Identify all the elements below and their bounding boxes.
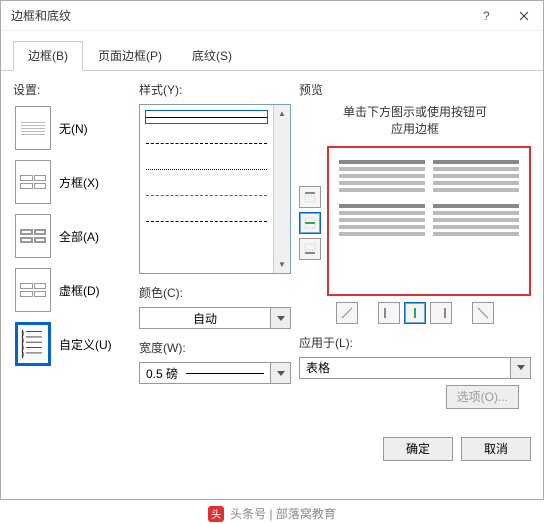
apply-value: 表格 <box>299 357 511 379</box>
settings-column: 设置: 无(N) 方框(X) <box>13 81 131 415</box>
setting-custom-icon <box>15 322 51 366</box>
tab-borders[interactable]: 边框(B) <box>13 41 83 71</box>
border-bottom-button[interactable] <box>299 238 321 260</box>
title-bar: 边框和底纹 ? <box>1 1 543 31</box>
setting-none-icon <box>15 106 51 150</box>
border-diag2-button[interactable] <box>472 302 494 324</box>
options-button: 选项(O)... <box>446 385 519 409</box>
style-solid[interactable] <box>146 111 267 123</box>
style-listbox[interactable]: ▲ ▼ <box>139 104 291 274</box>
tab-page-border[interactable]: 页面边框(P) <box>83 41 177 70</box>
setting-custom[interactable]: 自定义(U) <box>13 320 131 368</box>
style-scrollbar[interactable]: ▲ ▼ <box>273 105 290 273</box>
border-top-button[interactable] <box>299 186 321 208</box>
style-dashspace[interactable] <box>146 215 267 227</box>
tab-bar: 边框(B) 页面边框(P) 底纹(S) <box>1 31 543 71</box>
width-combo[interactable]: 0.5 磅 <box>139 362 291 384</box>
close-button[interactable] <box>505 1 543 31</box>
setting-grid[interactable]: 虚框(D) <box>13 266 131 314</box>
width-value: 0.5 磅 <box>139 362 271 384</box>
preview-diagram[interactable] <box>327 146 531 296</box>
borders-shading-dialog: 边框和底纹 ? 边框(B) 页面边框(P) 底纹(S) 设置: 无(N) <box>0 0 544 500</box>
tab-shading[interactable]: 底纹(S) <box>177 41 247 70</box>
watermark-logo-icon: 头 <box>208 506 224 522</box>
style-dotted[interactable] <box>146 163 267 175</box>
setting-none[interactable]: 无(N) <box>13 104 131 152</box>
dialog-content: 设置: 无(N) 方框(X) <box>1 71 543 425</box>
border-vmiddle-button[interactable] <box>404 302 426 324</box>
setting-all[interactable]: 全部(A) <box>13 212 131 260</box>
cancel-button[interactable]: 取消 <box>461 437 531 461</box>
help-button[interactable]: ? <box>467 1 505 31</box>
style-column: 样式(Y): ▲ ▼ 颜色(C): 自动 <box>139 81 291 415</box>
apply-heading: 应用于(L): <box>299 334 531 351</box>
setting-all-icon <box>15 214 51 258</box>
border-hmiddle-button[interactable] <box>299 212 321 234</box>
dialog-footer: 确定 取消 <box>1 425 543 473</box>
color-combo[interactable]: 自动 <box>139 307 291 329</box>
border-left-button[interactable] <box>378 302 400 324</box>
color-dropdown-button[interactable] <box>271 307 291 329</box>
settings-heading: 设置: <box>13 81 131 98</box>
setting-box-icon <box>15 160 51 204</box>
window-title: 边框和底纹 <box>11 7 467 24</box>
apply-dropdown-button[interactable] <box>511 357 531 379</box>
preview-hint: 单击下方图示或使用按钮可 应用边框 <box>299 104 531 138</box>
watermark: 头 头条号 | 部落窝教育 <box>0 503 544 524</box>
svg-text:?: ? <box>483 11 490 21</box>
border-diag-button[interactable] <box>336 302 358 324</box>
ok-button[interactable]: 确定 <box>383 437 453 461</box>
preview-heading: 预览 <box>299 81 531 98</box>
scroll-down-icon[interactable]: ▼ <box>274 256 290 273</box>
setting-grid-icon <box>15 268 51 312</box>
style-dashdot[interactable] <box>146 189 267 201</box>
color-value: 自动 <box>139 307 271 329</box>
color-heading: 颜色(C): <box>139 284 291 301</box>
preview-column: 预览 单击下方图示或使用按钮可 应用边框 <box>299 81 531 415</box>
width-dropdown-button[interactable] <box>271 362 291 384</box>
scroll-up-icon[interactable]: ▲ <box>274 105 290 122</box>
setting-box[interactable]: 方框(X) <box>13 158 131 206</box>
width-heading: 宽度(W): <box>139 339 291 356</box>
apply-combo[interactable]: 表格 <box>299 357 531 379</box>
style-dashed[interactable] <box>146 137 267 149</box>
style-heading: 样式(Y): <box>139 81 291 98</box>
border-right-button[interactable] <box>430 302 452 324</box>
